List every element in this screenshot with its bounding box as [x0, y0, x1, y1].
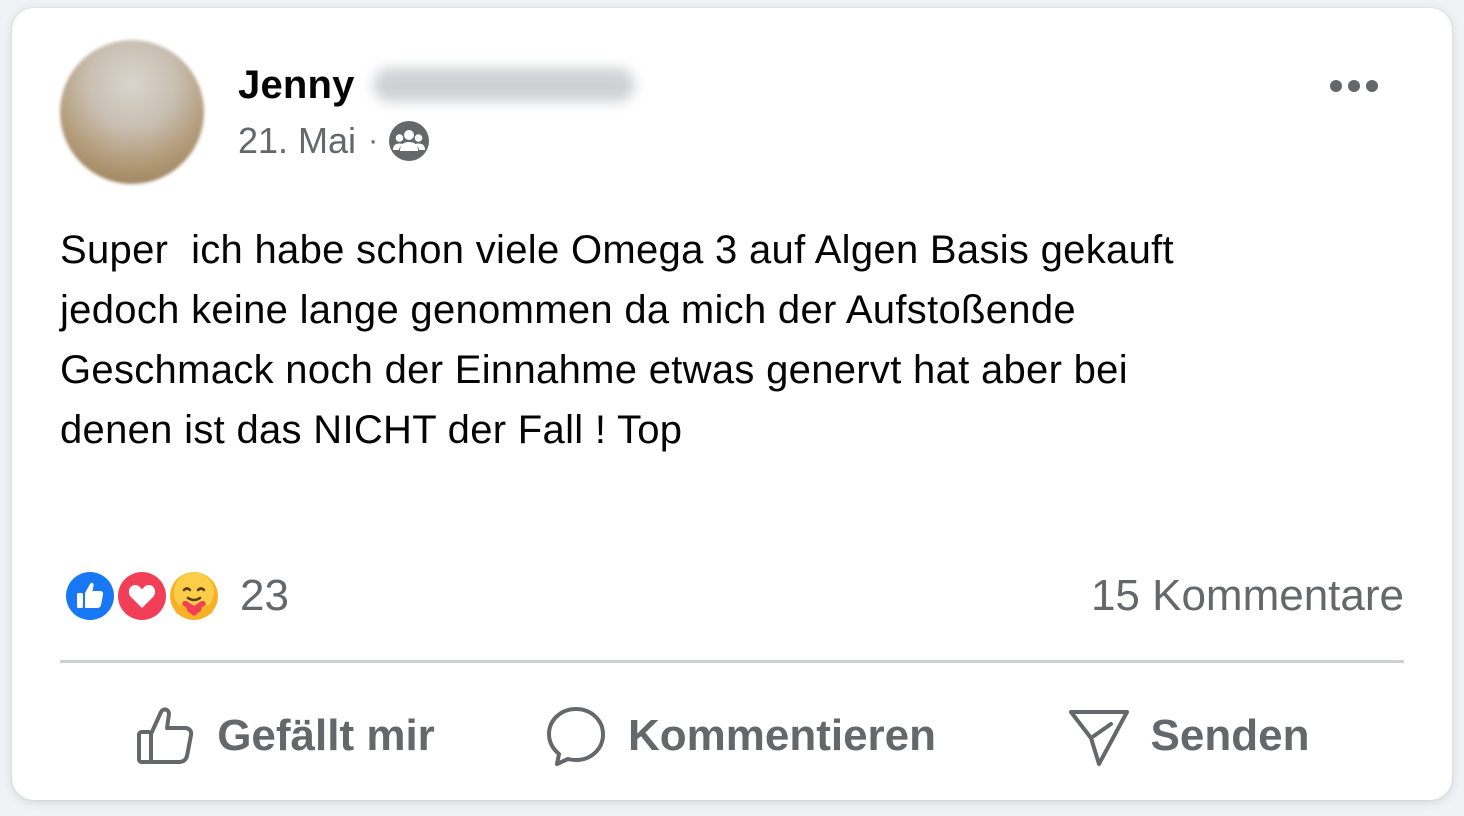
- care-reaction-icon: [167, 569, 221, 623]
- post-card: Jenny 21. Mai · Super ich habe schon vie…: [12, 8, 1452, 800]
- divider: [60, 660, 1404, 663]
- reaction-icons: [62, 566, 226, 626]
- like-button[interactable]: Gefällt mir: [60, 698, 508, 774]
- author-name[interactable]: Jenny: [238, 63, 355, 108]
- like-button-label: Gefällt mir: [217, 711, 435, 760]
- thumbs-up-icon: [137, 707, 194, 764]
- post-actions: Gefällt mir Kommentieren Senden: [60, 698, 1404, 774]
- more-options-button[interactable]: [1322, 66, 1386, 106]
- group-audience-icon[interactable]: [388, 120, 430, 162]
- comment-button-label: Kommentieren: [627, 711, 937, 760]
- send-button-label: Senden: [1150, 711, 1310, 760]
- author-surname-redacted: [372, 68, 635, 102]
- comment-button[interactable]: Kommentieren: [508, 698, 972, 774]
- author-avatar[interactable]: [60, 40, 204, 184]
- comments-count[interactable]: 15 Kommentare: [1091, 566, 1404, 626]
- send-button[interactable]: Senden: [972, 698, 1404, 774]
- meta-separator: ·: [368, 124, 379, 157]
- comment-bubble-icon: [546, 707, 605, 766]
- post-text: Super ich habe schon viele Omega 3 auf A…: [60, 228, 1174, 452]
- more-options-icon: [1330, 80, 1378, 92]
- love-reaction-icon: [115, 569, 169, 623]
- post-date[interactable]: 21. Mai: [238, 120, 356, 162]
- like-reaction-icon: [63, 569, 117, 623]
- reaction-count[interactable]: 23: [240, 571, 289, 621]
- post-meta: 21. Mai ·: [238, 116, 430, 166]
- author-name-row: Jenny: [238, 60, 635, 110]
- reactions-summary[interactable]: 23: [62, 566, 289, 626]
- send-icon: [1068, 710, 1129, 766]
